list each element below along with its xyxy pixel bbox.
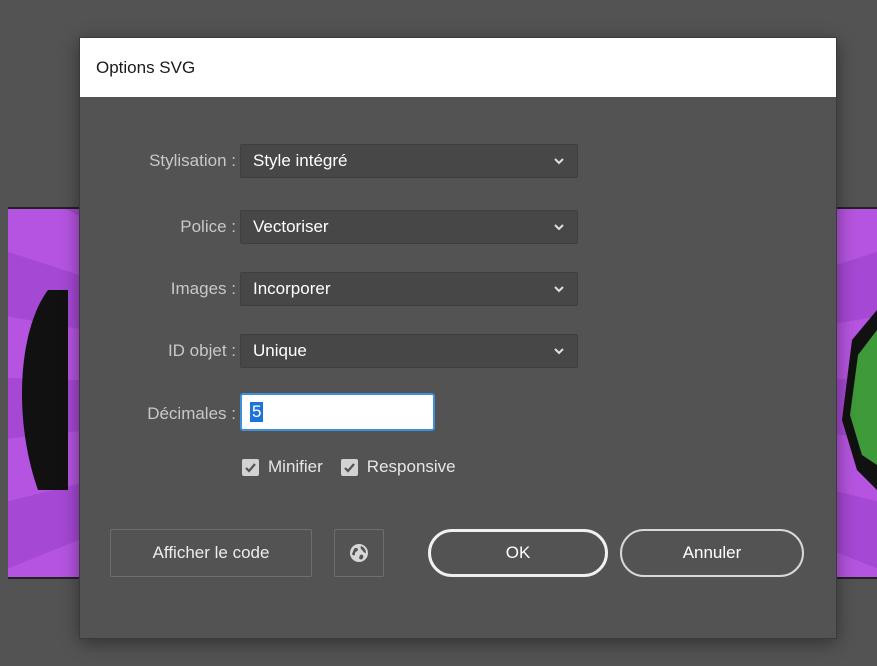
stylisation-label: Stylisation : — [149, 151, 236, 170]
chevron-down-icon — [554, 158, 564, 165]
chevron-down-icon — [554, 348, 564, 355]
minifier-label: Minifier — [268, 457, 323, 476]
dialog-title: Options SVG — [96, 57, 196, 77]
minifier-checkbox[interactable]: Minifier — [242, 457, 323, 477]
minifier-checkbox-box[interactable] — [242, 458, 259, 476]
cancel-label: Annuler — [682, 543, 742, 562]
decimales-input[interactable]: 5 — [240, 393, 435, 431]
artwork-right-shape — [842, 310, 877, 490]
checkmark-icon — [245, 462, 256, 473]
show-code-button[interactable]: Afficher le code — [110, 529, 312, 577]
images-value: Incorporer — [253, 279, 331, 298]
web-preview-button[interactable] — [334, 529, 384, 577]
decimales-label: Décimales : — [147, 404, 236, 423]
artwork-left-shape — [21, 290, 68, 490]
id-objet-label: ID objet : — [167, 341, 236, 360]
cancel-button[interactable]: Annuler — [620, 529, 804, 577]
decimales-value: 5 — [250, 402, 264, 422]
id-objet-select[interactable]: Unique — [240, 334, 578, 368]
stylisation-select[interactable]: Style intégré — [240, 144, 578, 178]
globe-icon — [350, 544, 368, 562]
ok-button[interactable]: OK — [428, 529, 608, 577]
svg-options-dialog: Options SVG Stylisation : Style intégré … — [80, 38, 836, 638]
responsive-checkbox-box[interactable] — [340, 458, 358, 476]
output-options: Minifier Responsive — [242, 457, 456, 477]
police-select[interactable]: Vectoriser — [240, 210, 578, 244]
dialog-title-bar: Options SVG — [80, 38, 836, 97]
chevron-down-icon — [554, 224, 564, 231]
responsive-checkbox[interactable]: Responsive — [340, 457, 456, 477]
chevron-down-icon — [554, 286, 564, 293]
police-label: Police : — [180, 217, 236, 236]
show-code-label: Afficher le code — [152, 543, 270, 562]
images-select[interactable]: Incorporer — [240, 272, 578, 306]
responsive-label: Responsive — [366, 457, 456, 476]
images-label: Images : — [170, 279, 236, 298]
checkmark-icon — [344, 462, 355, 473]
id-objet-value: Unique — [253, 341, 307, 360]
stylisation-value: Style intégré — [253, 151, 348, 170]
police-value: Vectoriser — [253, 217, 329, 236]
ok-label: OK — [505, 543, 531, 562]
